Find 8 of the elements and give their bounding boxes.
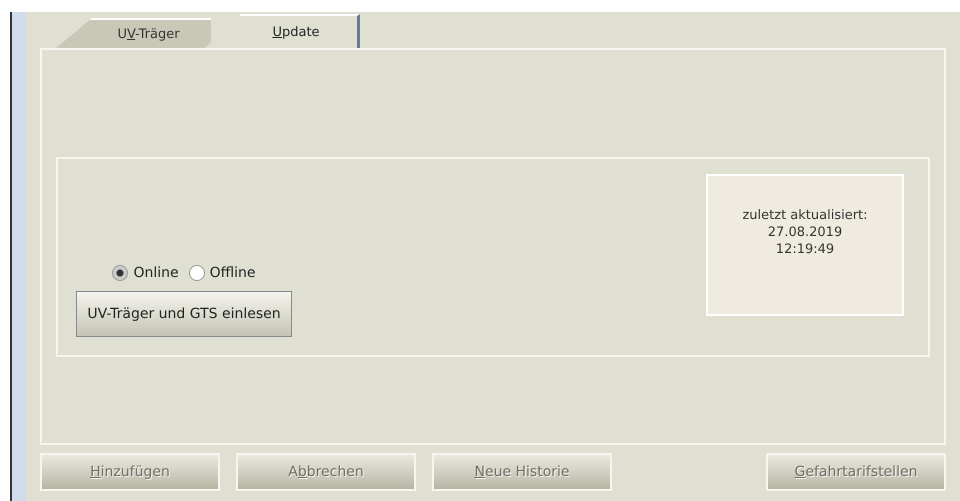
tab[interactable]: UV-Träger	[56, 18, 211, 48]
tab[interactable]: Update	[205, 14, 360, 48]
import-button[interactable]: UV-Träger und GTS einlesen	[76, 290, 292, 336]
update-text: zuletzt aktualisiert:	[742, 208, 868, 223]
update-text: 27.08.2019	[768, 225, 842, 240]
radio-button[interactable]: Online	[112, 264, 179, 280]
update-text: 12:19:49	[776, 242, 834, 257]
radio-button[interactable]: Offline	[188, 264, 256, 280]
